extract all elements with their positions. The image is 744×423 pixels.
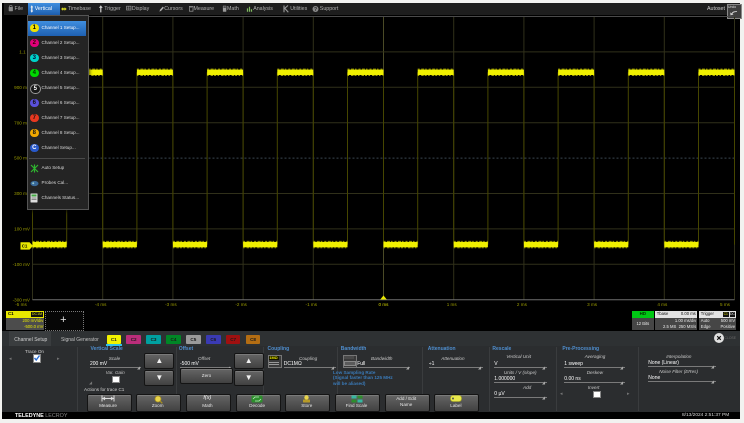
svg-text:-100 mV: -100 mV xyxy=(13,262,31,267)
svg-text:4 ms: 4 ms xyxy=(657,302,668,307)
svg-text:-5 ms: -5 ms xyxy=(15,302,27,307)
svg-text:0 ms: 0 ms xyxy=(379,302,390,307)
svg-text:-1 ms: -1 ms xyxy=(306,302,318,307)
svg-text:-3 ms: -3 ms xyxy=(165,302,177,307)
svg-text:5 ms: 5 ms xyxy=(720,302,731,307)
svg-text:1 ms: 1 ms xyxy=(447,302,458,307)
svg-text:3 ms: 3 ms xyxy=(587,302,598,307)
svg-text:100 mV: 100 mV xyxy=(14,227,31,232)
svg-text:C1: C1 xyxy=(22,244,28,249)
svg-text:-4 ms: -4 ms xyxy=(95,302,107,307)
svg-text:2 ms: 2 ms xyxy=(517,302,528,307)
svg-text:-2 ms: -2 ms xyxy=(235,302,247,307)
